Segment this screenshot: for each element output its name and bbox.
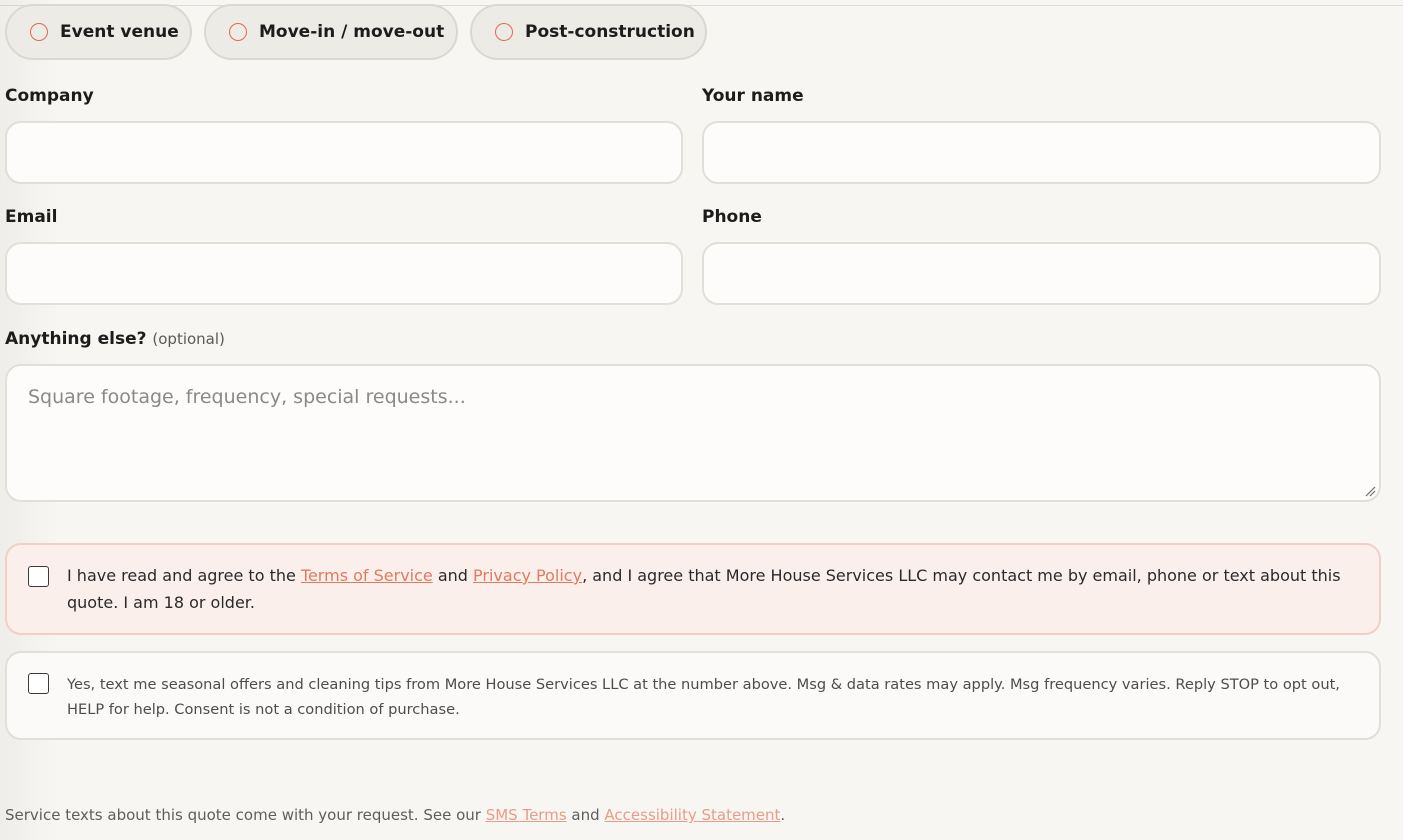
footer-prefix: Service texts about this quote come with… [5, 806, 486, 824]
chip-move-in-move-out[interactable]: Move-in / move-out [204, 4, 458, 60]
email-label: Email [5, 207, 58, 227]
sms-consent-box: Yes, text me seasonal offers and cleanin… [5, 651, 1381, 740]
chip-label: Move-in / move-out [259, 22, 445, 42]
chip-post-construction[interactable]: Post-construction [470, 4, 707, 60]
privacy-policy-link[interactable]: Privacy Policy [473, 566, 582, 585]
notes-placeholder: Square footage, frequency, special reque… [28, 386, 466, 408]
sms-consent-text: Yes, text me seasonal offers and cleanin… [67, 676, 1340, 718]
phone-label: Phone [702, 207, 762, 227]
name-input[interactable] [702, 121, 1381, 184]
radio-circle-icon[interactable] [30, 23, 48, 41]
notes-label-text: Anything else? [5, 329, 147, 349]
footer-suffix: . [780, 806, 786, 824]
footer-note: Service texts about this quote come with… [5, 806, 785, 824]
notes-textarea[interactable]: Square footage, frequency, special reque… [5, 364, 1381, 502]
email-input[interactable] [5, 242, 683, 305]
footer-and: and [566, 806, 605, 824]
terms-consent-box: I have read and agree to the Terms of Se… [5, 543, 1381, 635]
resize-grip-icon[interactable] [1364, 485, 1376, 497]
accessibility-statement-link[interactable]: Accessibility Statement [604, 806, 780, 824]
terms-text-prefix: I have read and agree to the [67, 566, 301, 585]
radio-circle-icon[interactable] [229, 23, 247, 41]
chip-label: Post-construction [525, 22, 695, 42]
sms-terms-link[interactable]: SMS Terms [486, 806, 567, 824]
chip-event-venue[interactable]: Event venue [5, 4, 192, 60]
company-label: Company [5, 86, 94, 106]
notes-label: Anything else? (optional) [5, 329, 225, 349]
optional-hint: (optional) [152, 330, 225, 348]
radio-circle-icon[interactable] [495, 23, 513, 41]
name-label: Your name [702, 86, 804, 106]
terms-text-and: and [432, 566, 474, 585]
top-divider [0, 5, 1403, 6]
terms-checkbox[interactable] [28, 566, 49, 587]
phone-input[interactable] [702, 242, 1381, 305]
sms-checkbox[interactable] [28, 673, 49, 694]
company-input[interactable] [5, 121, 683, 184]
terms-of-service-link[interactable]: Terms of Service [301, 566, 433, 585]
chip-label: Event venue [60, 22, 179, 42]
